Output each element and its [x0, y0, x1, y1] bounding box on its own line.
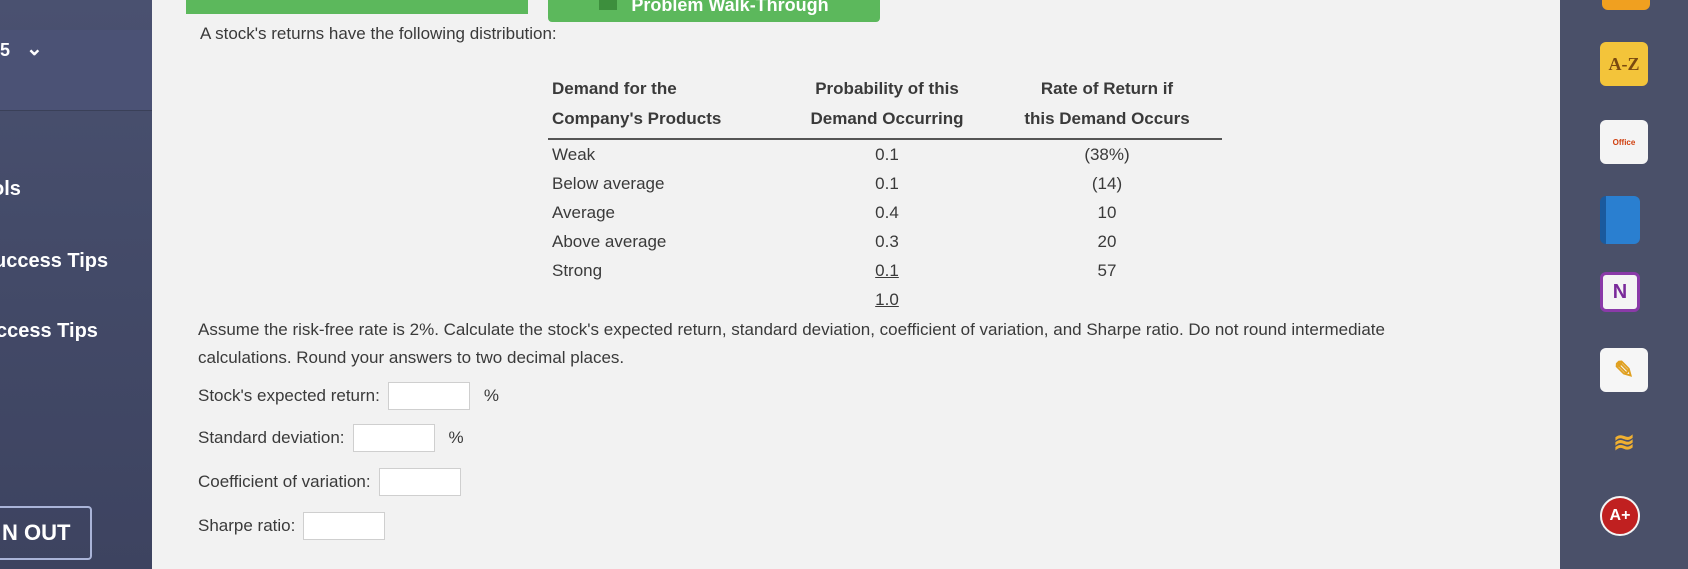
standard-deviation-input[interactable]	[352, 424, 435, 452]
coefficient-of-variation-input[interactable]	[378, 468, 461, 496]
table-row: Strong 0.1 57	[548, 256, 1222, 285]
sharpe-ratio-input[interactable]	[303, 512, 386, 540]
left-sidebar: 5 ⌄ ols uccess Tips ccess Tips N OUT	[0, 0, 152, 569]
table-row: Below average 0.1 (14)	[548, 169, 1222, 198]
return-cell: 20	[1097, 231, 1117, 251]
dictionary-az-icon[interactable]: A-Z	[1600, 42, 1648, 86]
probability-cell: 0.1	[875, 173, 899, 193]
distribution-table: Demand for the Company's Products Probab…	[548, 70, 1222, 314]
probability-cell: 0.1	[875, 144, 899, 164]
top-dock-icon[interactable]	[1602, 0, 1650, 10]
problem-walkthrough-button[interactable]: Problem Walk-Through	[548, 0, 880, 22]
probability-cell: 0.4	[875, 202, 899, 222]
table-total-row: 1.0	[548, 285, 1222, 314]
sidebar-item-tools[interactable]: ols	[0, 178, 21, 201]
demand-cell: Above average	[552, 231, 667, 251]
percent-unit: %	[448, 428, 464, 447]
expected-return-field: Stock's expected return: %	[198, 382, 499, 410]
demand-cell: Strong	[552, 260, 603, 280]
return-cell: 10	[1097, 202, 1117, 222]
sidebar-item-success-tips[interactable]: uccess Tips	[0, 250, 108, 273]
notes-pencil-icon[interactable]: ✎	[1600, 348, 1648, 392]
problem-panel: Problem Walk-Through A stock's returns h…	[152, 0, 1560, 569]
sidebar-item-success-tips-2[interactable]: ccess Tips	[0, 320, 98, 343]
app-dock: A-Z Office N ✎ ≋ A+	[1560, 0, 1688, 569]
demand-cell: Weak	[552, 144, 596, 164]
expected-return-input[interactable]	[387, 382, 470, 410]
sign-out-button[interactable]: N OUT	[0, 506, 92, 560]
sign-out-label: N OUT	[2, 520, 71, 545]
percent-unit: %	[483, 386, 499, 405]
top-button-left[interactable]	[186, 0, 528, 14]
problem-instructions: Assume the risk-free rate is 2%. Calcula…	[198, 320, 1385, 367]
office-icon[interactable]: Office	[1600, 120, 1648, 164]
column-header-return: Rate of Return if this Demand Occurs	[992, 70, 1222, 140]
section-number: 5	[0, 40, 11, 60]
demand-cell: Average	[552, 202, 616, 222]
probability-cell: 0.3	[875, 231, 899, 251]
grade-plus-icon[interactable]: A+	[1600, 496, 1640, 536]
probability-total: 1.0	[875, 289, 899, 309]
table-row: Above average 0.3 20	[548, 227, 1222, 256]
field-label: Stock's expected return:	[198, 386, 380, 405]
column-header-probability: Probability of this Demand Occurring	[782, 70, 992, 140]
column-header-demand: Demand for the Company's Products	[548, 70, 782, 140]
sidebar-section-selector[interactable]: 5 ⌄	[0, 30, 152, 111]
field-label: Coefficient of variation:	[198, 472, 371, 491]
return-cell: (38%)	[1084, 144, 1130, 164]
sharpe-ratio-field: Sharpe ratio:	[198, 512, 386, 540]
return-cell: 57	[1097, 260, 1117, 280]
return-cell: (14)	[1091, 173, 1123, 193]
problem-intro: A stock's returns have the following dis…	[200, 24, 557, 43]
voice-icon[interactable]: ≋	[1600, 420, 1648, 464]
onenote-icon[interactable]: N	[1600, 272, 1640, 312]
standard-deviation-field: Standard deviation: %	[198, 424, 464, 452]
table-row: Weak 0.1 (38%)	[548, 139, 1222, 169]
chevron-down-icon[interactable]: ⌄	[26, 36, 43, 61]
field-label: Sharpe ratio:	[198, 516, 296, 535]
book-icon[interactable]	[1600, 196, 1640, 244]
walkthrough-label: Problem Walk-Through	[631, 0, 829, 15]
demand-cell: Below average	[552, 173, 665, 193]
coefficient-of-variation-field: Coefficient of variation:	[198, 468, 461, 496]
walkthrough-icon	[599, 0, 618, 10]
probability-cell: 0.1	[875, 260, 899, 280]
table-row: Average 0.4 10	[548, 198, 1222, 227]
field-label: Standard deviation:	[198, 428, 345, 447]
